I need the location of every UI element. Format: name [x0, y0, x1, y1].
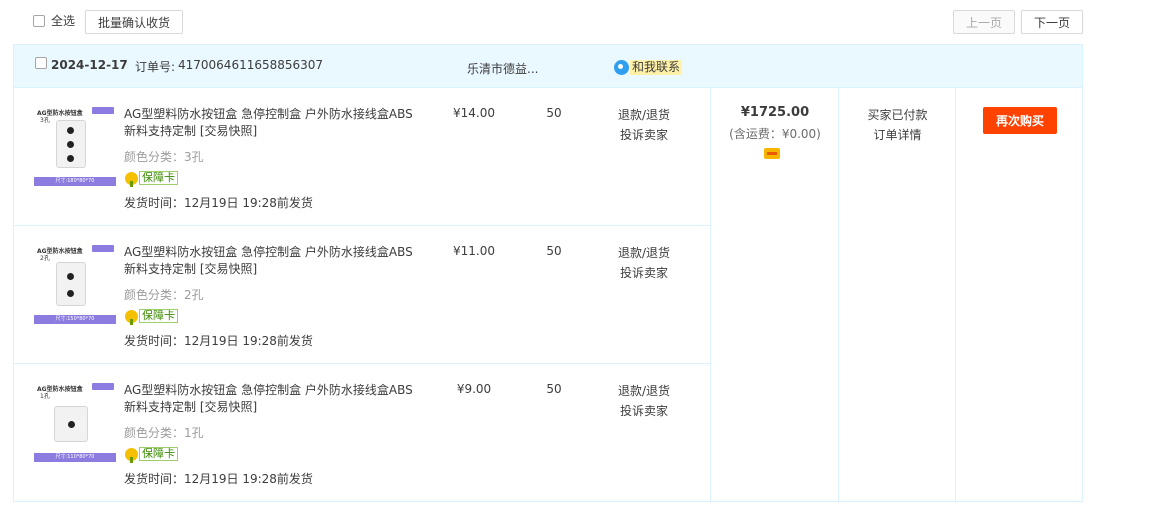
guarantee-icon	[125, 171, 138, 187]
guarantee-label: 保障卡	[139, 171, 178, 185]
product-title-link[interactable]: AG型塑料防水按钮盒 急停控制盒 户外防水接线盒ABS新料支持定制 [交易快照]	[124, 382, 424, 416]
thumb-badge	[92, 245, 114, 252]
button-hole	[67, 290, 74, 297]
order-header: 2024-12-17 订单号: 4170064611658856307 乐清市德…	[14, 45, 1082, 88]
complain-link[interactable]: 投诉卖家	[604, 264, 684, 281]
guarantee-badge[interactable]: 保障卡	[125, 309, 178, 325]
order-item: AG型防水按钮盒 1孔 尺寸:110*80*70 AG型塑料防水按钮盒 急停控制…	[14, 364, 710, 502]
order-total-column: ¥1725.00 (含运费：¥0.00)	[710, 88, 838, 501]
thumb-badge	[92, 383, 114, 390]
guarantee-label: 保障卡	[139, 447, 178, 461]
select-all-label: 全选	[51, 14, 76, 28]
prev-page-button[interactable]: 上一页	[953, 10, 1015, 34]
product-thumbnail[interactable]: AG型防水按钮盒 1孔 尺寸:110*80*70	[34, 382, 116, 462]
order-number: 4170064611658856307	[178, 58, 324, 72]
product-thumbnail[interactable]: AG型防水按钮盒 3孔 尺寸:180*80*70	[34, 106, 116, 186]
guarantee-badge[interactable]: 保障卡	[125, 447, 178, 463]
wangwang-icon	[614, 60, 629, 75]
rebuy-button[interactable]: 再次购买	[983, 107, 1057, 134]
select-all[interactable]: 全选	[33, 12, 75, 29]
product-box-image	[56, 262, 86, 306]
thumb-size-bar: 尺寸:150*80*70	[34, 315, 116, 324]
unit-price: ¥14.00	[453, 106, 495, 120]
button-hole	[68, 421, 75, 428]
order-detail-link[interactable]: 订单详情	[839, 126, 956, 143]
product-box-image	[56, 120, 86, 168]
product-spec: 颜色分类：3孔	[124, 150, 204, 164]
order-number-label: 订单号:	[135, 60, 176, 74]
order-date: 2024-12-17	[51, 58, 128, 72]
thumb-size-bar: 尺寸:180*80*70	[34, 177, 116, 186]
refund-link[interactable]: 退款/退货	[604, 382, 684, 399]
ship-time: 发货时间：12月19日 19:28前发货	[124, 334, 313, 348]
button-hole	[67, 155, 74, 162]
batch-confirm-button[interactable]: 批量确认收货	[85, 10, 183, 34]
unit-price: ¥9.00	[456, 382, 492, 396]
order-toolbar: 全选 批量确认收货 上一页 下一页	[0, 0, 1151, 44]
contact-seller-link[interactable]: 和我联系	[614, 60, 683, 75]
guarantee-icon	[125, 309, 138, 325]
shop-name-link[interactable]: 乐清市德益...	[467, 60, 538, 77]
product-thumbnail[interactable]: AG型防水按钮盒 2孔 尺寸:150*80*70	[34, 244, 116, 324]
contact-seller-label: 和我联系	[630, 60, 683, 75]
thumb-sub: 1孔	[40, 393, 50, 400]
button-hole	[67, 127, 74, 134]
unit-price: ¥11.00	[453, 244, 495, 258]
complain-link[interactable]: 投诉卖家	[604, 126, 684, 143]
guarantee-icon	[125, 447, 138, 463]
order-total: ¥1725.00	[740, 105, 810, 120]
thumb-sub: 3孔	[40, 117, 50, 124]
guarantee-label: 保障卡	[139, 309, 178, 323]
product-spec: 颜色分类：2孔	[124, 288, 204, 302]
button-hole	[67, 273, 74, 280]
next-page-button[interactable]: 下一页	[1021, 10, 1083, 34]
refund-link[interactable]: 退款/退货	[604, 244, 684, 261]
quantity: 50	[546, 244, 562, 258]
order-action-column: 再次购买	[955, 88, 1082, 501]
order-items: AG型防水按钮盒 3孔 尺寸:180*80*70 AG型塑料防水按钮盒 急停控制…	[14, 88, 710, 502]
order-checkbox[interactable]	[35, 57, 47, 69]
product-title-link[interactable]: AG型塑料防水按钮盒 急停控制盒 户外防水接线盒ABS新料支持定制 [交易快照]	[124, 244, 424, 278]
refund-link[interactable]: 退款/退货	[604, 106, 684, 123]
order-item: AG型防水按钮盒 3孔 尺寸:180*80*70 AG型塑料防水按钮盒 急停控制…	[14, 88, 710, 226]
thumb-size-bar: 尺寸:110*80*70	[34, 453, 116, 462]
product-spec: 颜色分类：1孔	[124, 426, 204, 440]
button-hole	[67, 141, 74, 148]
ship-time: 发货时间：12月19日 19:28前发货	[124, 472, 313, 486]
select-all-checkbox[interactable]	[33, 14, 45, 27]
order-status: 买家已付款	[867, 108, 928, 122]
freight-note: (含运费：¥0.00)	[729, 127, 821, 141]
complain-link[interactable]: 投诉卖家	[604, 402, 684, 419]
guarantee-badge[interactable]: 保障卡	[125, 171, 178, 187]
payment-card-icon	[764, 148, 780, 159]
product-title-link[interactable]: AG型塑料防水按钮盒 急停控制盒 户外防水接线盒ABS新料支持定制 [交易快照]	[124, 106, 424, 140]
quantity: 50	[546, 382, 562, 396]
order-item: AG型防水按钮盒 2孔 尺寸:150*80*70 AG型塑料防水按钮盒 急停控制…	[14, 226, 710, 364]
thumb-badge	[92, 107, 114, 114]
quantity: 50	[546, 106, 562, 120]
product-box-image	[54, 406, 88, 442]
ship-time: 发货时间：12月19日 19:28前发货	[124, 196, 313, 210]
thumb-sub: 2孔	[40, 255, 50, 262]
order-status-column: 买家已付款 订单详情	[838, 88, 955, 501]
order-card: 2024-12-17 订单号: 4170064611658856307 乐清市德…	[13, 44, 1083, 502]
